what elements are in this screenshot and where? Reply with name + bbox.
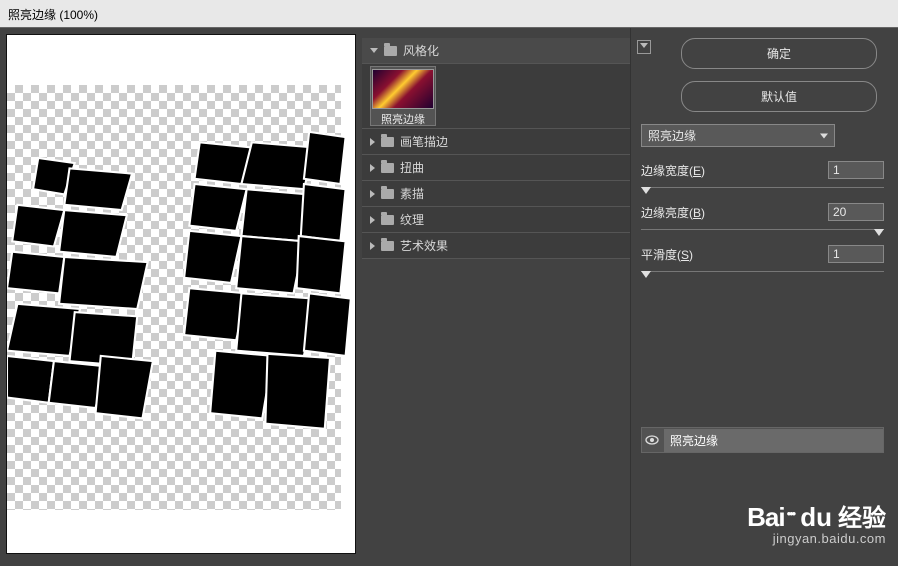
- category-label: 纹理: [400, 211, 424, 228]
- window-title: 照亮边缘 (100%): [8, 8, 98, 22]
- chevron-right-icon: [370, 216, 375, 224]
- slider-label: 平滑度(S): [641, 246, 693, 263]
- folder-icon: [381, 189, 394, 199]
- slider-label: 边缘宽度(E): [641, 162, 705, 179]
- watermark-url: jingyan.baidu.com: [747, 531, 886, 546]
- folder-icon: [381, 163, 394, 173]
- slider-label: 边缘亮度(B): [641, 204, 705, 221]
- smoothness-input[interactable]: [828, 245, 884, 263]
- smoothness-slider[interactable]: [641, 271, 884, 277]
- folder-icon: [381, 137, 394, 147]
- chevron-right-icon: [370, 164, 375, 172]
- category-label: 艺术效果: [400, 237, 448, 254]
- slider-smoothness: 平滑度(S): [641, 245, 884, 277]
- filter-select[interactable]: 照亮边缘: [641, 124, 835, 147]
- category-texture[interactable]: 纹理: [362, 207, 630, 233]
- edge-brightness-slider[interactable]: [641, 229, 884, 235]
- watermark-brand: Bai: [747, 502, 784, 533]
- category-distort[interactable]: 扭曲: [362, 155, 630, 181]
- folder-icon: [381, 215, 394, 225]
- thumb-label: 照亮边缘: [381, 114, 425, 126]
- thumb-image: [372, 69, 434, 109]
- collapse-icon[interactable]: [637, 40, 651, 54]
- category-label: 扭曲: [400, 159, 424, 176]
- slider-thumb[interactable]: [641, 187, 651, 194]
- category-stylize[interactable]: 风格化: [362, 38, 630, 64]
- chevron-down-icon: [370, 48, 378, 53]
- preview-pane: [0, 28, 362, 566]
- default-button[interactable]: 默认值: [681, 81, 877, 112]
- title-bar: 照亮边缘 (100%): [0, 0, 898, 28]
- category-label: 画笔描边: [400, 133, 448, 150]
- edge-width-slider[interactable]: [641, 187, 884, 193]
- paw-icon: •••: [787, 506, 795, 521]
- category-label: 素描: [400, 185, 424, 202]
- category-artistic[interactable]: 艺术效果: [362, 233, 630, 259]
- slider-thumb[interactable]: [641, 271, 651, 278]
- slider-thumb[interactable]: [874, 229, 884, 236]
- thumb-row: 照亮边缘: [362, 64, 630, 129]
- edge-brightness-input[interactable]: [828, 203, 884, 221]
- category-brush-strokes[interactable]: 画笔描边: [362, 129, 630, 155]
- preview-canvas[interactable]: [6, 34, 356, 554]
- layer-name: 照亮边缘: [664, 429, 883, 452]
- chevron-right-icon: [370, 242, 375, 250]
- category-label: 风格化: [403, 42, 439, 59]
- controls-pane: 确定 默认值 照亮边缘 边缘宽度(E) 边缘亮度(B): [630, 28, 898, 566]
- eye-icon[interactable]: [642, 435, 662, 445]
- category-sketch[interactable]: 素描: [362, 181, 630, 207]
- preview-artwork: [7, 85, 355, 528]
- chevron-right-icon: [370, 138, 375, 146]
- folder-icon: [384, 46, 397, 56]
- effect-layer-row[interactable]: 照亮边缘: [641, 427, 884, 453]
- workspace: 风格化 照亮边缘 画笔描边 扭曲 素描 纹理: [0, 28, 898, 566]
- filter-thumb-glowing-edges[interactable]: 照亮边缘: [370, 66, 436, 126]
- filter-tree-pane: 风格化 照亮边缘 画笔描边 扭曲 素描 纹理: [362, 28, 630, 566]
- watermark: Bai•••du 经验 jingyan.baidu.com: [747, 498, 886, 546]
- chevron-right-icon: [370, 190, 375, 198]
- folder-icon: [381, 241, 394, 251]
- slider-edge-brightness: 边缘亮度(B): [641, 203, 884, 235]
- filter-select-value: 照亮边缘: [648, 129, 696, 143]
- ok-button[interactable]: 确定: [681, 38, 877, 69]
- slider-edge-width: 边缘宽度(E): [641, 161, 884, 193]
- edge-width-input[interactable]: [828, 161, 884, 179]
